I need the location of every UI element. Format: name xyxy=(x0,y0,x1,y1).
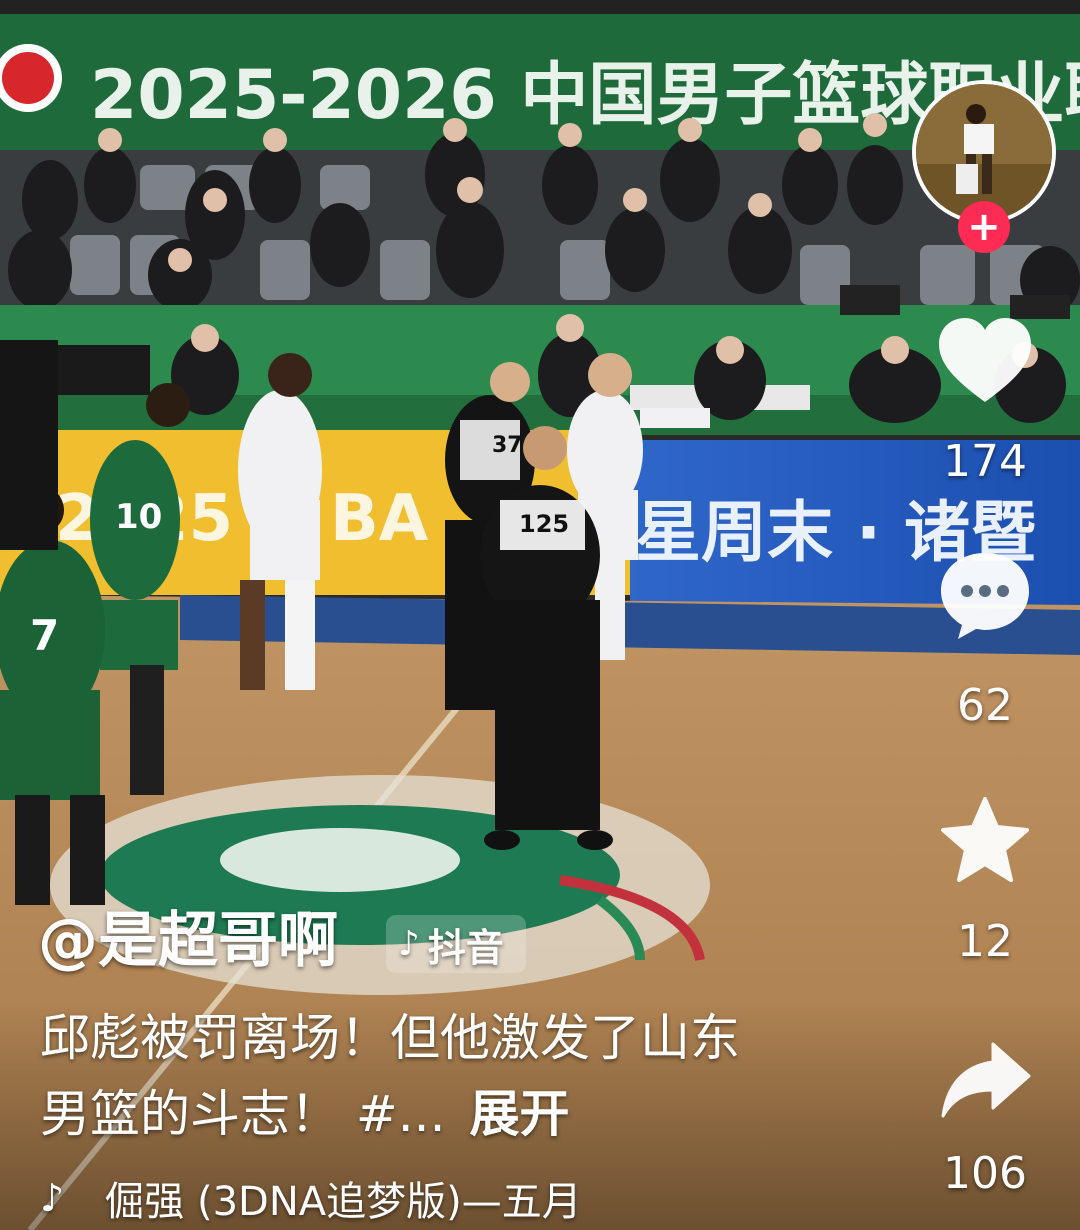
comment-count: 62 xyxy=(957,680,1013,731)
board-mid-text: BA xyxy=(330,482,429,556)
svg-text:125: 125 xyxy=(519,510,569,538)
comment-icon xyxy=(941,553,1029,639)
svg-text:37: 37 xyxy=(492,433,523,458)
star-icon xyxy=(941,797,1029,882)
music-note-icon: ♪ xyxy=(40,1176,65,1220)
favorite-button[interactable] xyxy=(930,790,1040,890)
app-badge-label: 抖音 xyxy=(427,925,504,970)
svg-text:7: 7 xyxy=(30,611,59,660)
share-button[interactable] xyxy=(930,1030,1040,1130)
douyin-note-icon: ♪ xyxy=(398,924,420,964)
share-count: 106 xyxy=(943,1148,1027,1199)
caption-text: 邱彪被罚离场！但他激发了山东男篮的斗志！ #... xyxy=(40,1009,740,1143)
favorite-count: 12 xyxy=(957,916,1013,967)
heart-icon xyxy=(939,318,1031,402)
svg-text:10: 10 xyxy=(115,497,162,537)
music-title: 倔强 (3DNA追梦版)—五月 xyxy=(104,1179,582,1225)
like-button[interactable] xyxy=(930,310,1040,410)
app-badge: ♪ 抖音 xyxy=(386,915,526,973)
share-icon xyxy=(941,1042,1031,1118)
music-info[interactable]: ♪ 倔强 (3DNA追梦版)—五月 xyxy=(40,1170,582,1226)
author-name[interactable]: @是超哥啊 xyxy=(38,905,338,977)
like-count: 174 xyxy=(943,436,1027,487)
expand-button[interactable]: 展开 xyxy=(469,1085,569,1143)
comment-button[interactable] xyxy=(930,545,1040,645)
video-caption: 邱彪被罚离场！但他激发了山东男篮的斗志！ #... 展开 xyxy=(40,1000,780,1152)
follow-button[interactable]: + xyxy=(958,201,1010,253)
